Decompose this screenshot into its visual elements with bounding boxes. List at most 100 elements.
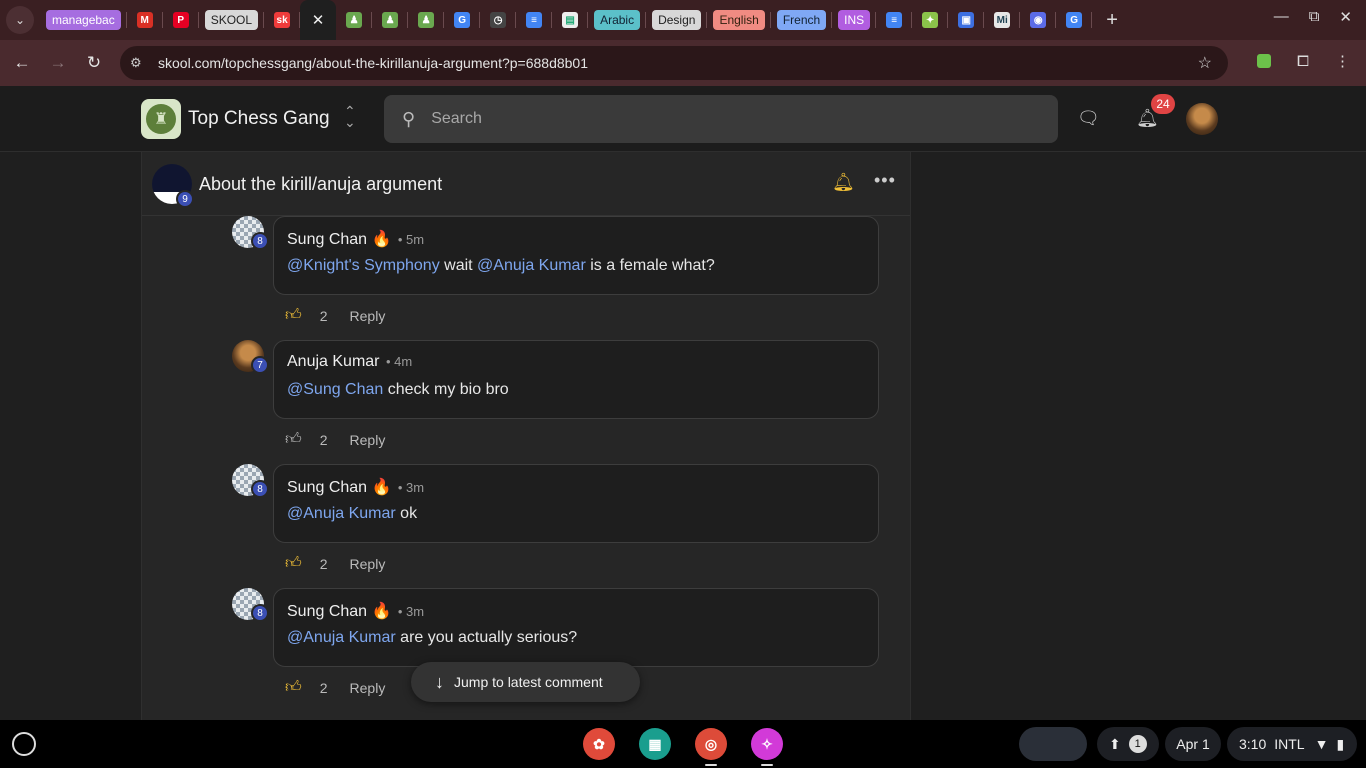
chess-pawn-icon: ♟ xyxy=(346,12,363,28)
bookmark-star-icon[interactable]: ☆ xyxy=(1198,53,1212,73)
extensions-puzzle-icon[interactable]: ⧠ xyxy=(1297,53,1309,70)
comment-author[interactable]: Sung Chan 🔥 xyxy=(287,479,391,496)
like-thumb-icon[interactable]: 👍︎ xyxy=(285,430,302,449)
comment-author[interactable]: Sung Chan 🔥 xyxy=(287,231,391,248)
reply-button[interactable]: Reply xyxy=(350,308,386,324)
browser-tab[interactable]: P xyxy=(163,0,199,40)
comment-text: are you actually serious? xyxy=(395,629,578,646)
maximize-icon[interactable]: ⧉ xyxy=(1309,8,1320,26)
chat-icon[interactable]: 🗨︎ xyxy=(1077,108,1100,129)
clock-time: 3:10 xyxy=(1239,736,1267,752)
browser-tab[interactable]: ▣ xyxy=(948,0,985,40)
mention-link[interactable]: @Anuja Kumar xyxy=(477,257,586,274)
browser-tab[interactable]: G xyxy=(444,0,481,40)
like-thumb-icon[interactable]: 👍︎ xyxy=(285,554,302,573)
browser-tab[interactable]: G xyxy=(1056,0,1093,40)
commenter-avatar[interactable]: 8 xyxy=(232,216,269,250)
post-notification-bell-icon[interactable]: 🔔︎ xyxy=(832,172,855,193)
browser-tab[interactable]: SKOOL xyxy=(199,0,265,40)
browser-tab[interactable]: Mi xyxy=(984,0,1021,40)
browser-tab[interactable]: INS xyxy=(832,0,877,40)
address-bar[interactable]: ⚙ skool.com/topchessgang/about-the-kiril… xyxy=(120,46,1228,80)
mention-link[interactable]: @Anuja Kumar xyxy=(287,629,396,646)
reload-icon[interactable]: ↻ xyxy=(76,53,112,73)
browser-tab[interactable]: Design xyxy=(646,0,708,40)
mention-link[interactable]: @Anuja Kumar xyxy=(287,505,396,522)
rook-icon: ♜ xyxy=(146,104,176,134)
browser-toolbar: ← → ↻ ⚙ skool.com/topchessgang/about-the… xyxy=(0,40,1366,86)
commenter-avatar[interactable]: 7 xyxy=(232,340,269,374)
site-header: ♜ Top Chess Gang ⌃⌄ ⚲ 🗨︎ 🔔︎ 24 xyxy=(0,86,1366,152)
comment-body: @Sung Chan check my bio bro xyxy=(287,381,509,399)
desk-preview[interactable] xyxy=(1019,727,1087,761)
back-arrow-icon[interactable]: ← xyxy=(4,53,40,73)
close-window-icon[interactable]: ✕ xyxy=(1339,8,1352,26)
new-tab-plus-icon[interactable]: + xyxy=(1106,9,1118,32)
jump-to-latest-label: Jump to latest comment xyxy=(454,674,603,690)
comment-actions: 👍︎ 2 Reply xyxy=(285,554,385,573)
comment-actions: 👍︎ 2 Reply xyxy=(285,306,385,325)
classroom-app-icon[interactable]: ▦ xyxy=(639,728,671,760)
mention-link[interactable]: @Knight's Symphony xyxy=(287,257,440,274)
comment-author-line: Sung Chan 🔥 • 5m xyxy=(287,229,424,249)
date-tray[interactable]: Apr 1 xyxy=(1165,727,1221,761)
browser-tab[interactable]: ◷ xyxy=(480,0,517,40)
design-label: Design xyxy=(652,10,702,30)
reply-button[interactable]: Reply xyxy=(350,556,386,572)
browser-tab[interactable]: English xyxy=(707,0,771,40)
battery-icon: ▮ xyxy=(1336,735,1345,752)
close-icon[interactable]: ✕ xyxy=(312,11,325,29)
tab-list: managebac M P SKOOL sk ✕ ♟ ♟ ♟ G ◷ ≡ ▤ Arabic Design En… xyxy=(40,0,1093,40)
commenter-avatar[interactable]: 8 xyxy=(232,464,269,498)
browser-tab[interactable]: ♟ xyxy=(408,0,445,40)
level-badge: 8 xyxy=(251,480,269,498)
group-switcher-icon[interactable]: ⌃ ⌄ xyxy=(344,104,356,129)
launcher-icon[interactable] xyxy=(12,732,36,756)
mention-link[interactable]: @Sung Chan xyxy=(287,381,383,398)
alien-icon: ✦ xyxy=(922,12,939,28)
post-panel: 9 About the kirill/anuja argument 🔔︎ •••… xyxy=(141,152,911,720)
status-tray[interactable]: 3:10 INTL ▼ ▮ xyxy=(1227,727,1357,761)
user-avatar[interactable] xyxy=(1186,103,1218,135)
paint-app-icon[interactable]: ✿ xyxy=(583,728,615,760)
extension-icon[interactable] xyxy=(1256,54,1271,68)
search-bar[interactable]: ⚲ xyxy=(384,95,1058,143)
browser-tab[interactable]: ≡ xyxy=(876,0,913,40)
comment-body: @Anuja Kumar are you actually serious? xyxy=(287,629,577,647)
browser-tab[interactable]: ♟ xyxy=(336,0,373,40)
tab-search-chevron-icon[interactable]: ⌄ xyxy=(6,6,34,34)
browser-tab[interactable]: ✕ xyxy=(300,0,337,40)
browser-tab[interactable]: ▤ xyxy=(552,0,589,40)
gallery-app-icon[interactable]: ✧ xyxy=(751,728,783,760)
url-text[interactable]: skool.com/topchessgang/about-the-kirilla… xyxy=(158,55,588,71)
search-input[interactable] xyxy=(431,110,992,128)
group-logo[interactable]: ♜ xyxy=(141,99,181,139)
like-thumb-icon[interactable]: 👍︎ xyxy=(285,306,302,325)
browser-tab[interactable]: managebac xyxy=(40,0,127,40)
browser-tab[interactable]: ≡ xyxy=(516,0,553,40)
minimize-icon[interactable]: — xyxy=(1274,8,1289,26)
site-info-icon[interactable]: ⚙ xyxy=(130,55,152,71)
comment-author[interactable]: Anuja Kumar xyxy=(287,353,380,370)
browser-tab[interactable]: ◉ xyxy=(1020,0,1057,40)
search-icon: ⚲ xyxy=(402,108,416,129)
forward-arrow-icon[interactable]: → xyxy=(40,53,76,73)
comment-author[interactable]: Sung Chan 🔥 xyxy=(287,603,391,620)
browser-tab[interactable]: French xyxy=(771,0,833,40)
jump-to-latest-button[interactable]: ↓ Jump to latest comment xyxy=(411,662,640,702)
reply-button[interactable]: Reply xyxy=(350,680,386,696)
browser-tab[interactable]: sk xyxy=(264,0,301,40)
reply-button[interactable]: Reply xyxy=(350,432,386,448)
holding-space-tray[interactable]: ⬆ 1 xyxy=(1097,727,1159,761)
browser-tab[interactable]: M xyxy=(127,0,163,40)
browser-tab[interactable]: ✦ xyxy=(912,0,949,40)
chrome-icon[interactable]: ◎ xyxy=(695,728,727,760)
browser-tab[interactable]: Arabic xyxy=(588,0,647,40)
more-options-icon[interactable]: ••• xyxy=(874,170,896,191)
commenter-avatar[interactable]: 8 xyxy=(232,588,269,622)
upload-icon: ⬆ xyxy=(1109,735,1121,752)
browser-tab[interactable]: ♟ xyxy=(372,0,409,40)
browser-menu-icon[interactable]: ⋮ xyxy=(1335,52,1350,70)
group-name[interactable]: Top Chess Gang xyxy=(188,108,330,130)
like-thumb-icon[interactable]: 👍︎ xyxy=(285,678,302,697)
